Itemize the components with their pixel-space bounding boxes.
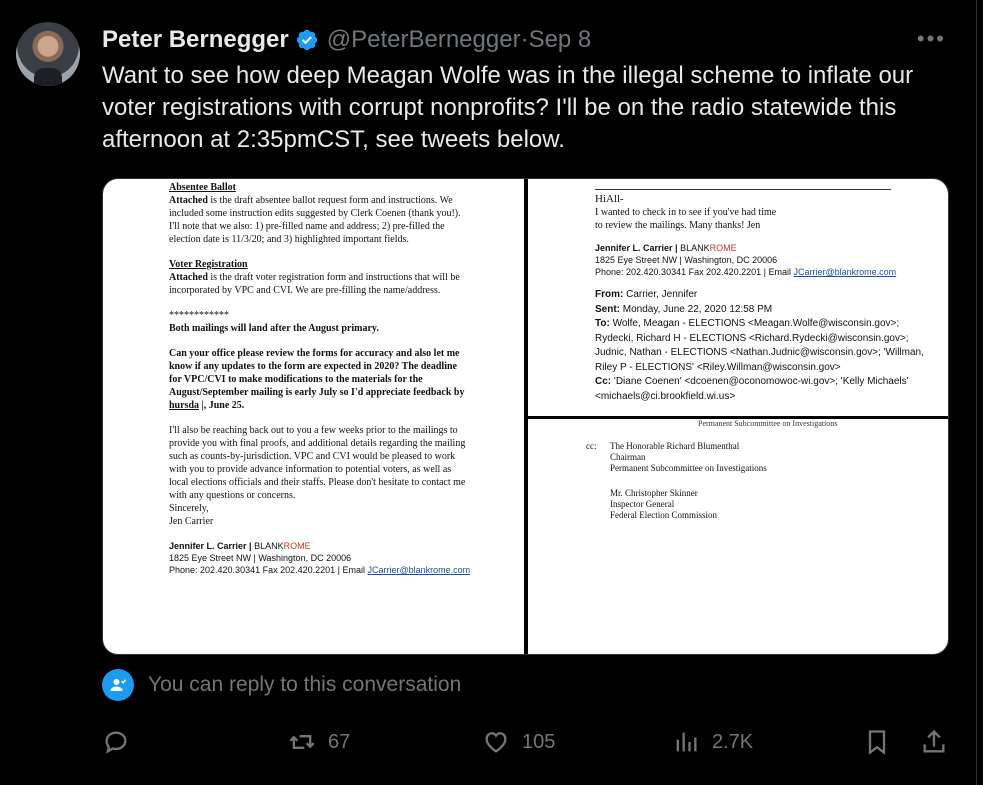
tweet-media[interactable]: Absentee Ballot Attached is the draft ab…	[102, 178, 949, 655]
more-options-icon[interactable]: •••	[917, 26, 946, 52]
heart-icon	[485, 732, 507, 753]
email-body: I wanted to check in to see if you've ha…	[595, 207, 777, 231]
doc-closing: Sincerely,	[169, 503, 209, 514]
retweet-count: 67	[328, 730, 351, 753]
share-icon	[923, 729, 945, 753]
retweet-button[interactable]: 67	[288, 728, 350, 756]
retweet-icon	[289, 735, 315, 749]
document-image-top-right[interactable]: HiAll- I wanted to check in to see if yo…	[528, 179, 948, 416]
views-button[interactable]: 2.7K	[672, 728, 753, 756]
doc-paragraph: Attached is the draft absentee ballot re…	[169, 195, 461, 245]
doc-paragraph: Can your office please review the forms …	[169, 348, 465, 411]
letter-cc-block: cc: The Honorable Richard Blumenthal Cha…	[586, 441, 767, 520]
document-image-left[interactable]: Absentee Ballot Attached is the draft ab…	[103, 179, 524, 654]
doc-paragraph: I'll also be reaching back out to you a …	[169, 425, 466, 501]
doc-paragraph: Attached is the draft voter registration…	[169, 272, 460, 296]
tweet-text: Want to see how deep Meagan Wolfe was in…	[102, 62, 914, 153]
author-name[interactable]: Peter Bernegger	[102, 26, 289, 54]
email-signature: Jennifer L. Carrier | BLANKROME 1825 Eye…	[595, 243, 897, 277]
reply-restriction-notice: You can reply to this conversation	[102, 669, 461, 701]
tweet-date[interactable]: Sep 8	[529, 26, 592, 54]
analytics-icon	[676, 732, 697, 752]
user-reply-icon	[102, 669, 134, 701]
tweet-detail: Peter Bernegger @PeterBernegger · Sep 8 …	[0, 0, 977, 785]
avatar[interactable]	[16, 22, 80, 86]
email-greeting: HiAll-	[595, 193, 624, 205]
bookmark-button[interactable]	[863, 728, 891, 756]
verified-badge-icon	[296, 29, 317, 51]
cut-text: Permanent Subcommittee on Investigations	[698, 419, 838, 428]
like-button[interactable]: 105	[482, 728, 555, 756]
doc-heading-absentee: Absentee Ballot	[169, 182, 236, 193]
reply-icon	[105, 731, 127, 754]
bookmark-icon	[868, 730, 886, 755]
reply-restriction-text: You can reply to this conversation	[148, 673, 462, 696]
document-image-bottom-right[interactable]: Permanent Subcommittee on Investigations…	[528, 419, 948, 654]
tweet-actions: 67 105 2.7K	[0, 728, 977, 764]
email-signature: Jennifer L. Carrier | BLANKROME 1825 Eye…	[169, 541, 471, 575]
author-handle[interactable]: @PeterBernegger	[327, 26, 521, 54]
doc-heading-voter-registration: Voter Registration	[169, 259, 248, 270]
tweet-header: Peter Bernegger @PeterBernegger · Sep 8	[102, 26, 591, 54]
like-count: 105	[522, 730, 556, 753]
separator: ·	[520, 26, 529, 53]
divider	[595, 189, 891, 190]
share-button[interactable]	[920, 728, 948, 756]
doc-closing-name: Jen Carrier	[169, 516, 214, 527]
doc-paragraph: Both mailings will land after the August…	[169, 323, 379, 334]
reply-button[interactable]	[102, 728, 142, 756]
email-headers: From: Carrier, Jennifer Sent: Monday, Ju…	[595, 289, 924, 402]
views-count: 2.7K	[712, 730, 754, 753]
doc-stars: ************	[169, 310, 229, 321]
